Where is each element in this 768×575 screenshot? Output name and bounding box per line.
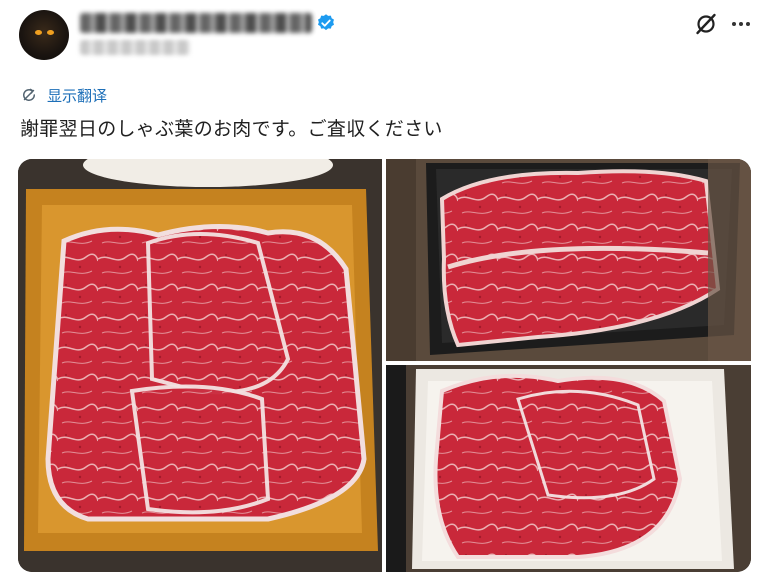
media-grid (18, 159, 751, 572)
photo-3[interactable] (386, 365, 751, 572)
post-text: 謝罪翌日のしゃぶ葉のお肉です。ご査収ください (20, 118, 443, 140)
avatar[interactable] (19, 10, 69, 60)
photo-2[interactable] (386, 159, 751, 361)
show-translation-link[interactable]: 显示翻译 (20, 85, 107, 105)
media-grid-canvas (18, 159, 751, 572)
photo-1[interactable] (18, 159, 382, 572)
grok-icon[interactable] (694, 12, 718, 36)
translate-icon (23, 88, 36, 101)
display-name-blurred[interactable] (80, 13, 312, 33)
avatar-eye (35, 30, 42, 35)
handle-blurred[interactable] (80, 40, 190, 55)
avatar-eye (47, 30, 54, 35)
more-options-icon[interactable] (728, 12, 754, 36)
show-translation-label: 显示翻译 (47, 86, 108, 105)
verified-badge-icon (318, 14, 334, 31)
